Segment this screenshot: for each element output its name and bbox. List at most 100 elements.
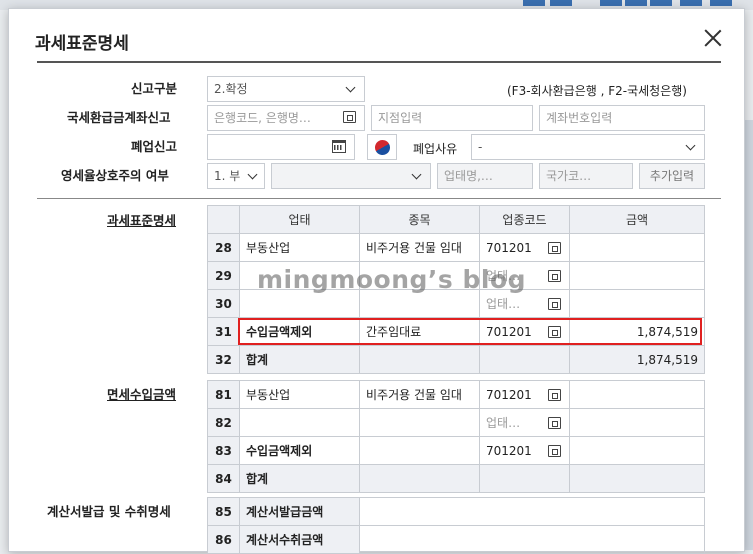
lookup-icon[interactable] [548, 298, 561, 310]
closure-date-input[interactable] [207, 134, 355, 160]
chevron-down-icon [247, 169, 258, 180]
column-header-number [207, 205, 240, 234]
business-type-cell[interactable]: 부동산업 [239, 380, 360, 409]
row-number: 31 [207, 317, 240, 346]
item-cell[interactable]: 비주거용 건물 임대 [359, 380, 480, 409]
korea-flag-button[interactable] [367, 134, 397, 160]
background-tab [710, 0, 732, 6]
item-cell[interactable] [359, 436, 480, 465]
business-type-cell[interactable] [239, 408, 360, 437]
row-number: 81 [207, 380, 240, 409]
row-number: 82 [207, 408, 240, 437]
exempt-table: 81 부동산업 비주거용 건물 임대 701201 82 업태… 83 수입금액… [207, 380, 705, 493]
column-header-code: 업종코드 [479, 205, 570, 234]
country-code-input[interactable]: 국가코… [539, 163, 633, 189]
tax-base-table: 업태 종목 업종코드 금액 28 부동산업 비주거용 건물 임대 701201 … [207, 205, 705, 374]
amount-cell[interactable] [569, 380, 705, 409]
lookup-icon[interactable] [548, 417, 561, 429]
closure-reason-select[interactable]: - [471, 134, 705, 160]
lookup-icon[interactable] [548, 389, 561, 401]
reciprocity-select[interactable]: 1. 부 [207, 163, 265, 189]
item-cell[interactable] [359, 261, 480, 290]
industry-code: 701201 [486, 387, 532, 402]
close-icon[interactable] [704, 29, 722, 47]
branch-input[interactable]: 지점입력 [371, 105, 533, 131]
exempt-section-label[interactable]: 면세수입금액 [107, 384, 176, 403]
report-type-label: 신고구분 [131, 81, 178, 96]
closure-reason-label: 폐업사유 [413, 142, 458, 156]
total-row: 32 합계 1,874,519 [207, 345, 705, 374]
business-type-cell[interactable] [239, 261, 360, 290]
industry-code-placeholder: 업태… [486, 269, 521, 283]
invoice-table: 85 계산서발급금액 86 계산서수취금액 [207, 497, 705, 554]
industry-code-cell[interactable]: 업태… [479, 261, 570, 290]
item-cell[interactable]: 간주임대료 [359, 317, 480, 346]
row-number: 29 [207, 261, 240, 290]
amount-cell[interactable] [569, 289, 705, 318]
invoice-issued-label: 계산서발급금액 [239, 497, 360, 526]
column-header-item: 종목 [359, 205, 480, 234]
closure-label: 폐업신고 [131, 139, 178, 154]
business-type-cell[interactable]: 부동산업 [239, 233, 360, 262]
add-entry-button[interactable]: 추가입력 [639, 163, 705, 189]
table-row: 82 업태… [207, 408, 705, 437]
lookup-icon[interactable] [548, 270, 561, 282]
industry-code-cell[interactable]: 701201 [479, 380, 570, 409]
form-panel: 신고구분 2.확정 (F3-회사환급은행 , F2-국세청은행) 국세환급금계좌… [37, 61, 721, 554]
background-scrollbar [745, 120, 753, 550]
lookup-icon[interactable] [548, 445, 561, 457]
account-number-input[interactable]: 계좌번호입력 [539, 105, 705, 131]
total-blank-cell [359, 345, 480, 374]
business-type-cell[interactable]: 수입금액제외 [239, 317, 360, 346]
amount-cell[interactable] [569, 233, 705, 262]
tax-base-section-label[interactable]: 과세표준명세 [107, 210, 176, 229]
industry-code-cell[interactable]: 업태… [479, 289, 570, 318]
total-blank-cell [479, 464, 570, 493]
lookup-icon[interactable] [548, 242, 561, 254]
amount-cell[interactable]: 1,874,519 [569, 317, 705, 346]
total-label: 합계 [239, 345, 360, 374]
section-divider [37, 198, 721, 199]
business-type-input[interactable]: 업태명,… [437, 163, 533, 189]
business-type-cell[interactable]: 수입금액제외 [239, 436, 360, 465]
background-tab [550, 0, 572, 6]
invoice-received-amount[interactable] [359, 525, 705, 554]
lookup-icon[interactable] [548, 326, 561, 338]
industry-code: 701201 [486, 240, 532, 255]
report-type-select[interactable]: 2.확정 [207, 76, 365, 102]
table-row: 83 수입금액제외 701201 [207, 436, 705, 465]
industry-code-cell[interactable]: 업태… [479, 408, 570, 437]
calendar-icon[interactable] [332, 140, 346, 153]
item-cell[interactable] [359, 289, 480, 318]
row-number: 86 [207, 525, 240, 554]
bank-shortcut-note: (F3-회사환급은행 , F2-국세청은행) [507, 84, 687, 98]
refund-account-label: 국세환급금계좌신고 [67, 110, 171, 125]
total-amount: 1,874,519 [569, 345, 705, 374]
reciprocity-detail-select[interactable] [271, 163, 431, 189]
column-header-amount: 금액 [569, 205, 705, 234]
country-code-placeholder: 국가코… [546, 169, 592, 183]
amount-cell[interactable] [569, 408, 705, 437]
invoice-issued-amount[interactable] [359, 497, 705, 526]
lookup-icon[interactable] [343, 111, 356, 123]
background-tab [523, 0, 545, 6]
bank-code-input[interactable]: 은행코드, 은행명… [207, 105, 365, 131]
table-row: 86 계산서수취금액 [207, 525, 705, 554]
item-cell[interactable] [359, 408, 480, 437]
row-number: 28 [207, 233, 240, 262]
row-number: 30 [207, 289, 240, 318]
item-cell[interactable]: 비주거용 건물 임대 [359, 233, 480, 262]
industry-code-cell[interactable]: 701201 [479, 233, 570, 262]
row-number: 85 [207, 497, 240, 526]
amount-cell[interactable] [569, 436, 705, 465]
row-number: 83 [207, 436, 240, 465]
business-type-cell[interactable] [239, 289, 360, 318]
chevron-down-icon [685, 140, 696, 151]
industry-code-cell[interactable]: 701201 [479, 436, 570, 465]
tax-base-dialog: 과세표준명세 신고구분 2.확정 (F3-회사환급은행 , F2-국세청은행) … [8, 8, 745, 554]
total-blank-cell [479, 345, 570, 374]
table-row: 30 업태… [207, 289, 705, 318]
amount-cell[interactable] [569, 261, 705, 290]
row-number: 84 [207, 464, 240, 493]
industry-code-cell[interactable]: 701201 [479, 317, 570, 346]
